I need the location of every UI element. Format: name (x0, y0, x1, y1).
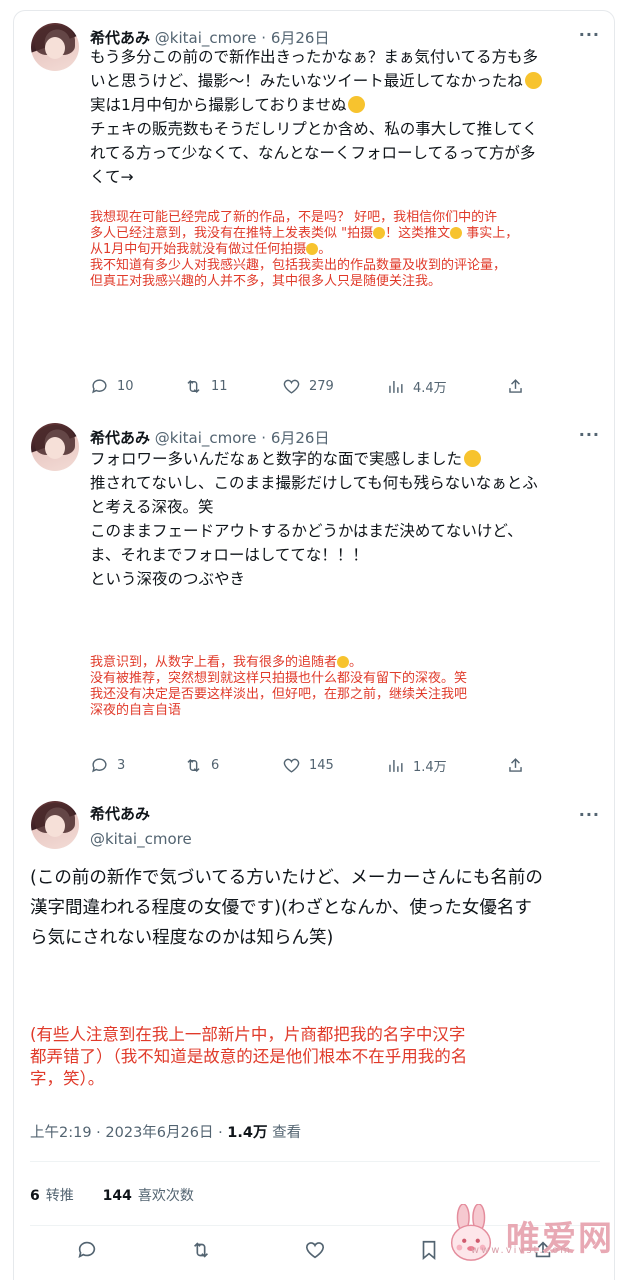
heart-icon (283, 379, 300, 394)
reply-icon (92, 758, 107, 773)
analytics-icon (389, 759, 403, 772)
views-button[interactable]: 4.4万 (386, 377, 506, 396)
reply-button[interactable]: 3 (90, 756, 184, 775)
emoji-icon (306, 243, 319, 255)
author-name[interactable]: 希代あみ (90, 429, 150, 447)
bunny-logo-icon (442, 1203, 500, 1266)
share-button[interactable] (506, 756, 525, 775)
avatar[interactable] (31, 801, 79, 849)
watermark-site: www.vivst.com (470, 1245, 572, 1256)
author-handle[interactable]: @kitai_cmore (90, 830, 192, 848)
tweet-text: フォロワー多いんだなぁと数字的な面で実感しました 推されてないし、このまま撮影だ… (90, 450, 538, 588)
watermark: 唯爱网 www.vivst.com (442, 1203, 614, 1266)
like-button[interactable] (304, 1239, 418, 1265)
bookmark-icon (422, 1240, 436, 1261)
avatar[interactable] (31, 23, 79, 71)
views-button[interactable]: 1.4万 (386, 756, 506, 775)
tweet-timestamp[interactable]: 上午2:19 · 2023年6月26日 · 1.4万 查看 (30, 1121, 301, 1142)
like-button[interactable]: 279 (282, 377, 386, 396)
more-options-icon[interactable]: ··· (579, 425, 600, 444)
timeline-frame: 希代あみ @kitai_cmore · 6月26日 ··· もう多分この前ので新… (13, 10, 615, 1280)
like-button[interactable]: 145 (282, 756, 386, 775)
heart-icon (305, 1242, 325, 1259)
retweet-icon (187, 379, 200, 394)
emoji-icon (373, 227, 386, 239)
emoji-icon (464, 450, 482, 467)
likes-stat[interactable]: 144 喜欢次数 (103, 1188, 194, 1204)
avatar[interactable] (31, 423, 79, 471)
tweet-date[interactable]: · 6月26日 (261, 429, 329, 447)
retweet-button[interactable]: 6 (184, 756, 282, 775)
share-icon (509, 379, 522, 393)
author-handle[interactable]: @kitai_cmore (155, 429, 257, 447)
reply-icon (78, 1241, 96, 1258)
translation-text: 我意识到，从数字上看，我有很多的追随者。 没有被推荐，突然想到就这样只拍摄也什么… (90, 655, 468, 718)
more-options-icon[interactable]: ··· (579, 25, 600, 44)
emoji-icon (348, 96, 366, 113)
divider (30, 1161, 600, 1162)
reply-button[interactable]: 10 (90, 377, 184, 396)
translation-text: 我想现在可能已经完成了新的作品，不是吗？ 好吧，我相信你们中的许 多人已经注意到… (90, 210, 519, 289)
tweet-actions: 10 11 279 4.4万 (90, 377, 525, 396)
tweet-actions: 3 6 145 1.4万 (90, 756, 525, 775)
tweet-text: もう多分この前ので新作出きったかなぁ？まぁ気付いてる方も多 いと思うけど、撮影〜… (90, 45, 542, 189)
tweet-text: (この前の新作で気づいてる方いたけど、メーカーさんにも名前の 漢字間違われる程度… (30, 868, 543, 948)
views-count: 1.4万 (227, 1125, 268, 1141)
emoji-icon (337, 656, 350, 668)
emoji-icon (524, 72, 542, 89)
reply-icon (92, 379, 107, 394)
reply-button[interactable] (76, 1239, 190, 1265)
share-button[interactable] (506, 377, 525, 396)
engagement-stats: 6 转推 144 喜欢次数 (30, 1185, 194, 1205)
analytics-icon (389, 380, 403, 393)
emoji-icon (450, 227, 463, 239)
retweet-button[interactable]: 11 (184, 377, 282, 396)
retweets-stat[interactable]: 6 转推 (30, 1188, 74, 1204)
translation-text: (有些人注意到在我上一部新片中，片商都把我的名字中汉字 都弄错了）（我不知道是故… (30, 1025, 468, 1088)
retweet-icon (187, 758, 200, 773)
retweet-icon (193, 1242, 209, 1258)
heart-icon (283, 758, 300, 773)
retweet-button[interactable] (190, 1239, 304, 1265)
share-icon (509, 758, 522, 772)
more-options-icon[interactable]: ··· (579, 805, 600, 824)
author-name[interactable]: 希代あみ (90, 803, 192, 824)
